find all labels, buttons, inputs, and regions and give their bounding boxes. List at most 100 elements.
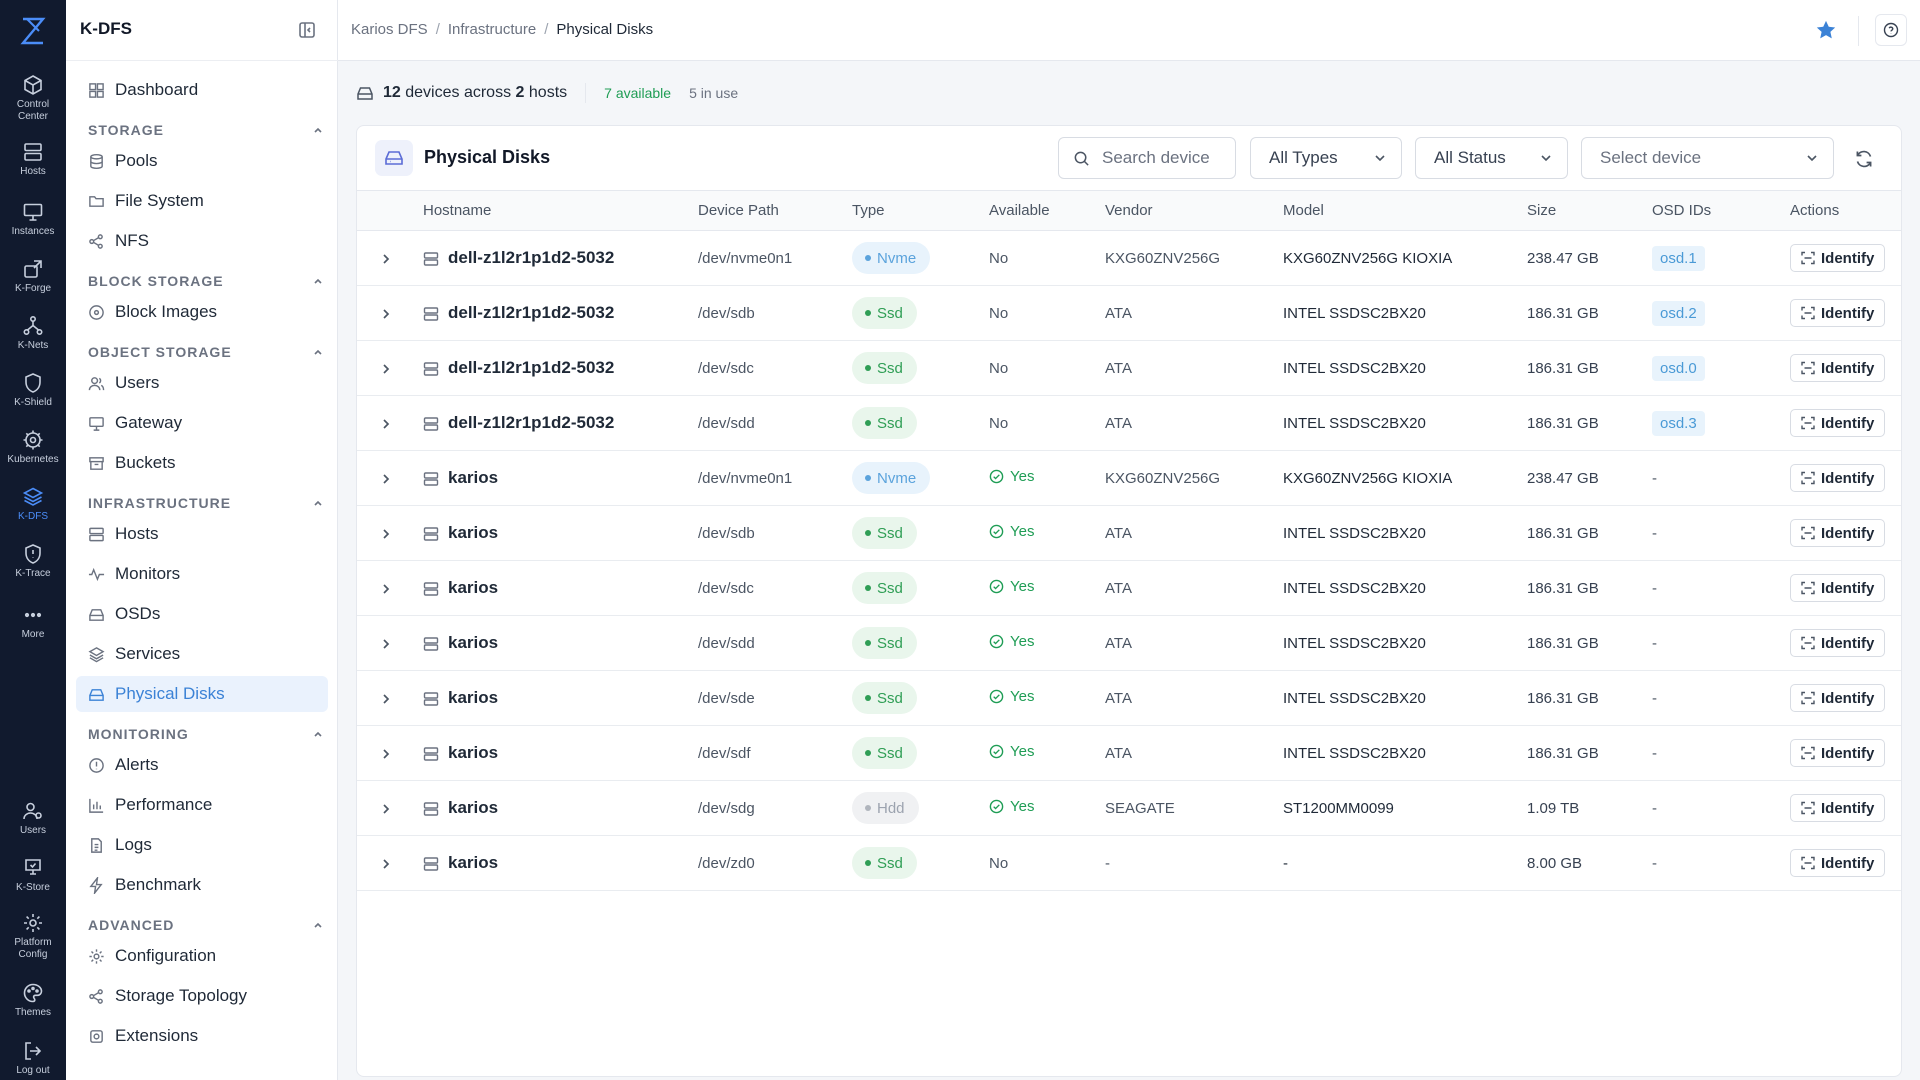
rail-item-k-forge[interactable]: K-Forge bbox=[0, 254, 66, 308]
osd-id-tag[interactable]: osd.2 bbox=[1652, 300, 1705, 326]
sidebar-item-alerts[interactable]: Alerts bbox=[76, 747, 328, 783]
sidebar-section-block-storage[interactable]: BLOCK STORAGE bbox=[88, 271, 324, 291]
chevron-right-icon[interactable] bbox=[379, 417, 393, 431]
sidebar-item-nfs[interactable]: NFS bbox=[76, 223, 328, 259]
table-row[interactable]: karios/dev/sdc Ssd Yes ATA INTEL SSDSC2BX20 1… bbox=[357, 561, 1901, 616]
table-row[interactable]: dell-z1l2r1p1d2-5032/dev/sdc Ssd No ATA INTE… bbox=[357, 341, 1901, 396]
osd-id-tag[interactable]: osd.1 bbox=[1652, 245, 1705, 271]
sidebar-item-pools[interactable]: Pools bbox=[76, 143, 328, 179]
table-row[interactable]: karios/dev/zd0 Ssd No - - 8.00 GB - Identify bbox=[357, 836, 1901, 891]
sidebar-item-file-system[interactable]: File System bbox=[76, 183, 328, 219]
sidebar-item-storage-topology[interactable]: Storage Topology bbox=[76, 978, 328, 1014]
breadcrumb-item[interactable]: Karios DFS bbox=[351, 21, 428, 38]
table-row[interactable]: karios/dev/sdf Ssd Yes ATA INTEL SSDSC2BX20 1… bbox=[357, 726, 1901, 781]
identify-button[interactable]: Identify bbox=[1790, 244, 1886, 272]
identify-button[interactable]: Identify bbox=[1790, 409, 1886, 437]
rail-item-users[interactable]: Users bbox=[0, 796, 66, 850]
identify-button[interactable]: Identify bbox=[1790, 629, 1886, 657]
table-row[interactable]: dell-z1l2r1p1d2-5032/dev/nvme0n1 Nvme No KX… bbox=[357, 231, 1901, 286]
collapse-sidebar-icon[interactable] bbox=[298, 21, 316, 39]
sidebar-section-monitoring[interactable]: MONITORING bbox=[88, 724, 324, 744]
chevron-right-icon[interactable] bbox=[379, 637, 393, 651]
column-header[interactable]: Hostname bbox=[423, 190, 698, 231]
column-header[interactable]: Available bbox=[989, 190, 1105, 231]
chevron-right-icon[interactable] bbox=[379, 307, 393, 321]
identify-button[interactable]: Identify bbox=[1790, 464, 1886, 492]
chevron-right-icon[interactable] bbox=[379, 362, 393, 376]
identify-button[interactable]: Identify bbox=[1790, 739, 1886, 767]
table-row[interactable]: karios/dev/sde Ssd Yes ATA INTEL SSDSC2BX20 1… bbox=[357, 671, 1901, 726]
table-row[interactable]: karios/dev/nvme0n1 Nvme Yes KXG60ZNV256G KXG… bbox=[357, 451, 1901, 506]
rail-item-hosts[interactable]: Hosts bbox=[0, 137, 66, 191]
refresh-icon[interactable] bbox=[1853, 148, 1875, 170]
sidebar-item-block-images[interactable]: Block Images bbox=[76, 294, 328, 330]
osd-id-tag[interactable]: osd.0 bbox=[1652, 355, 1705, 381]
sidebar-item-hosts[interactable]: Hosts bbox=[76, 516, 328, 552]
column-header[interactable]: Vendor bbox=[1105, 190, 1283, 231]
rail-item-themes[interactable]: Themes bbox=[0, 978, 66, 1032]
column-header[interactable]: OSD IDs bbox=[1652, 190, 1790, 231]
sidebar-section-advanced[interactable]: ADVANCED bbox=[88, 915, 324, 935]
chevron-right-icon[interactable] bbox=[379, 802, 393, 816]
rail-item-control-center[interactable]: Control Center bbox=[0, 70, 66, 124]
table-row[interactable]: karios/dev/sdd Ssd Yes ATA INTEL SSDSC2BX20 1… bbox=[357, 616, 1901, 671]
status-filter-select[interactable]: All Status bbox=[1415, 137, 1568, 179]
chevron-right-icon[interactable] bbox=[379, 747, 393, 761]
identify-button[interactable]: Identify bbox=[1790, 794, 1886, 822]
identify-button[interactable]: Identify bbox=[1790, 574, 1886, 602]
sidebar-item-gateway[interactable]: Gateway bbox=[76, 405, 328, 441]
table-row[interactable]: dell-z1l2r1p1d2-5032/dev/sdd Ssd No ATA INTE… bbox=[357, 396, 1901, 451]
identify-button[interactable]: Identify bbox=[1790, 519, 1886, 547]
sidebar-item-users[interactable]: Users bbox=[76, 365, 328, 401]
column-header[interactable]: Model bbox=[1283, 190, 1527, 231]
identify-button[interactable]: Identify bbox=[1790, 684, 1886, 712]
sidebar-section-infrastructure[interactable]: INFRASTRUCTURE bbox=[88, 493, 324, 513]
rail-item-k-dfs[interactable]: K-DFS bbox=[0, 482, 66, 536]
column-header[interactable]: Device Path bbox=[698, 190, 852, 231]
sidebar-item-benchmark[interactable]: Benchmark bbox=[76, 867, 328, 903]
sidebar-item-physical-disks[interactable]: Physical Disks bbox=[76, 676, 328, 712]
sidebar-section-object-storage[interactable]: OBJECT STORAGE bbox=[88, 342, 324, 362]
search-box[interactable] bbox=[1058, 137, 1236, 179]
sidebar-item-buckets[interactable]: Buckets bbox=[76, 445, 328, 481]
sidebar-item-extensions[interactable]: Extensions bbox=[76, 1018, 328, 1054]
rail-item-more[interactable]: More bbox=[0, 600, 66, 654]
identify-button[interactable]: Identify bbox=[1790, 299, 1886, 327]
chevron-right-icon[interactable] bbox=[379, 472, 393, 486]
chevron-right-icon[interactable] bbox=[379, 692, 393, 706]
favorite-star-icon[interactable] bbox=[1815, 19, 1837, 41]
sidebar-item-osds[interactable]: OSDs bbox=[76, 596, 328, 632]
sidebar-section-storage[interactable]: STORAGE bbox=[88, 120, 324, 140]
identify-button[interactable]: Identify bbox=[1790, 849, 1886, 877]
rail-item-k-store[interactable]: K-Store bbox=[0, 853, 66, 907]
breadcrumb-item[interactable]: Infrastructure bbox=[448, 21, 536, 38]
sidebar-item-services[interactable]: Services bbox=[76, 636, 328, 672]
sidebar-item-logs[interactable]: Logs bbox=[76, 827, 328, 863]
table-row[interactable]: karios/dev/sdb Ssd Yes ATA INTEL SSDSC2BX20 1… bbox=[357, 506, 1901, 561]
sidebar-item-performance[interactable]: Performance bbox=[76, 787, 328, 823]
sidebar-item-monitors[interactable]: Monitors bbox=[76, 556, 328, 592]
chevron-right-icon[interactable] bbox=[379, 527, 393, 541]
rail-item-kubernetes[interactable]: Kubernetes bbox=[0, 425, 66, 479]
help-button[interactable] bbox=[1875, 14, 1907, 46]
rail-item-k-shield[interactable]: K-Shield bbox=[0, 368, 66, 422]
sidebar-item-dashboard[interactable]: Dashboard bbox=[76, 72, 328, 108]
type-filter-select[interactable]: All Types bbox=[1250, 137, 1402, 179]
rail-item-platform-config[interactable]: Platform Config bbox=[0, 908, 66, 962]
osd-id-tag[interactable]: osd.3 bbox=[1652, 410, 1705, 436]
table-row[interactable]: dell-z1l2r1p1d2-5032/dev/sdb Ssd No ATA INTE… bbox=[357, 286, 1901, 341]
rail-item-k-nets[interactable]: K-Nets bbox=[0, 311, 66, 365]
identify-button[interactable]: Identify bbox=[1790, 354, 1886, 382]
sidebar-item-configuration[interactable]: Configuration bbox=[76, 938, 328, 974]
table-row[interactable]: karios/dev/sdg Hdd Yes SEAGATE ST1200MM0099 1… bbox=[357, 781, 1901, 836]
column-header[interactable]: Size bbox=[1527, 190, 1652, 231]
column-header[interactable]: Type bbox=[852, 190, 989, 231]
rail-item-instances[interactable]: Instances bbox=[0, 197, 66, 251]
rail-item-log-out[interactable]: Log out bbox=[0, 1036, 66, 1080]
chevron-right-icon[interactable] bbox=[379, 857, 393, 871]
device-select[interactable]: Select device bbox=[1581, 137, 1834, 179]
chevron-right-icon[interactable] bbox=[379, 252, 393, 266]
search-input[interactable] bbox=[1102, 148, 1222, 168]
rail-item-k-trace[interactable]: K-Trace bbox=[0, 539, 66, 593]
chevron-right-icon[interactable] bbox=[379, 582, 393, 596]
